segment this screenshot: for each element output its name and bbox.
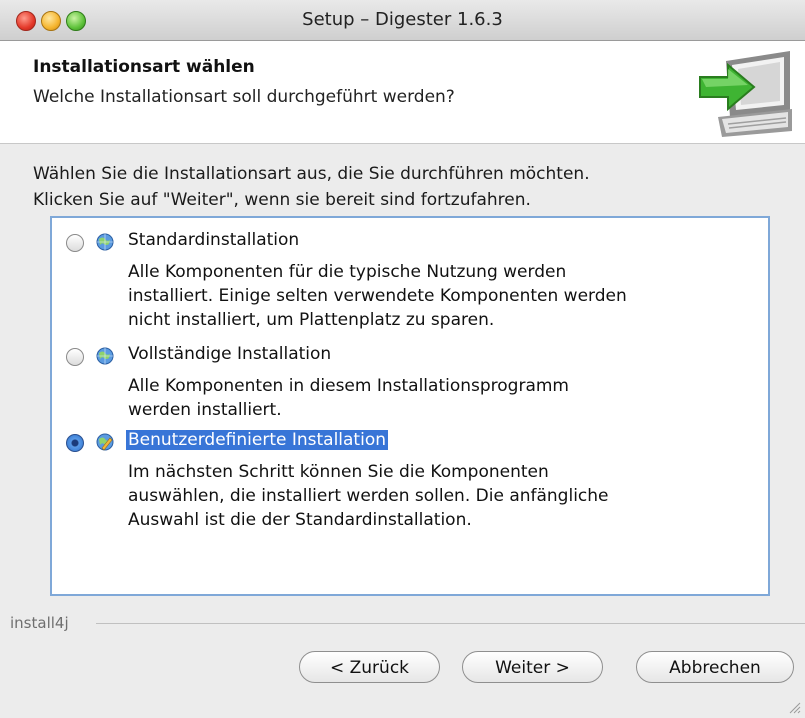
option-label-full[interactable]: Vollständige Installation [128,344,331,364]
option-desc-standard: Alle Komponenten für die typische Nutzun… [128,262,627,330]
instructions-text: Wählen Sie die Installationsart aus, die… [33,161,590,213]
cancel-button[interactable]: Abbrechen [636,651,794,683]
install-computer-arrow-icon [699,51,792,137]
instructions-line-2: Klicken Sie auf "Weiter", wenn sie berei… [33,190,531,210]
page-subtitle: Welche Installationsart soll durchgeführ… [33,87,455,107]
page-title: Installationsart wählen [33,57,255,77]
back-button[interactable]: < Zurück [299,651,440,683]
resize-grip-icon[interactable] [787,700,801,714]
setup-window: Setup – Digester 1.6.3 Installationsart … [0,0,805,718]
title-bar[interactable]: Setup – Digester 1.6.3 [0,0,805,41]
instructions-line-1: Wählen Sie die Installationsart aus, die… [33,164,590,184]
radio-standard[interactable] [66,234,84,252]
window-title: Setup – Digester 1.6.3 [302,9,503,30]
radio-full[interactable] [66,348,84,366]
globe-icon [96,233,114,251]
footer-divider [96,623,805,624]
globe-icon [96,347,114,365]
option-label-standard[interactable]: Standardinstallation [128,230,299,250]
option-desc-full: Alle Komponenten in diesem Installations… [128,376,569,420]
option-label-custom[interactable]: Benutzerdefinierte Installation [126,430,388,450]
option-desc-custom: Im nächsten Schritt können Sie die Kompo… [128,462,609,530]
next-button[interactable]: Weiter > [462,651,603,683]
globe-pencil-icon [96,433,114,451]
installation-type-list: Standardinstallation Alle Komponenten fü… [50,216,770,596]
brand-label: install4j [10,614,75,632]
wizard-header: Installationsart wählen Welche Installat… [0,41,805,144]
radio-custom[interactable] [66,434,84,452]
